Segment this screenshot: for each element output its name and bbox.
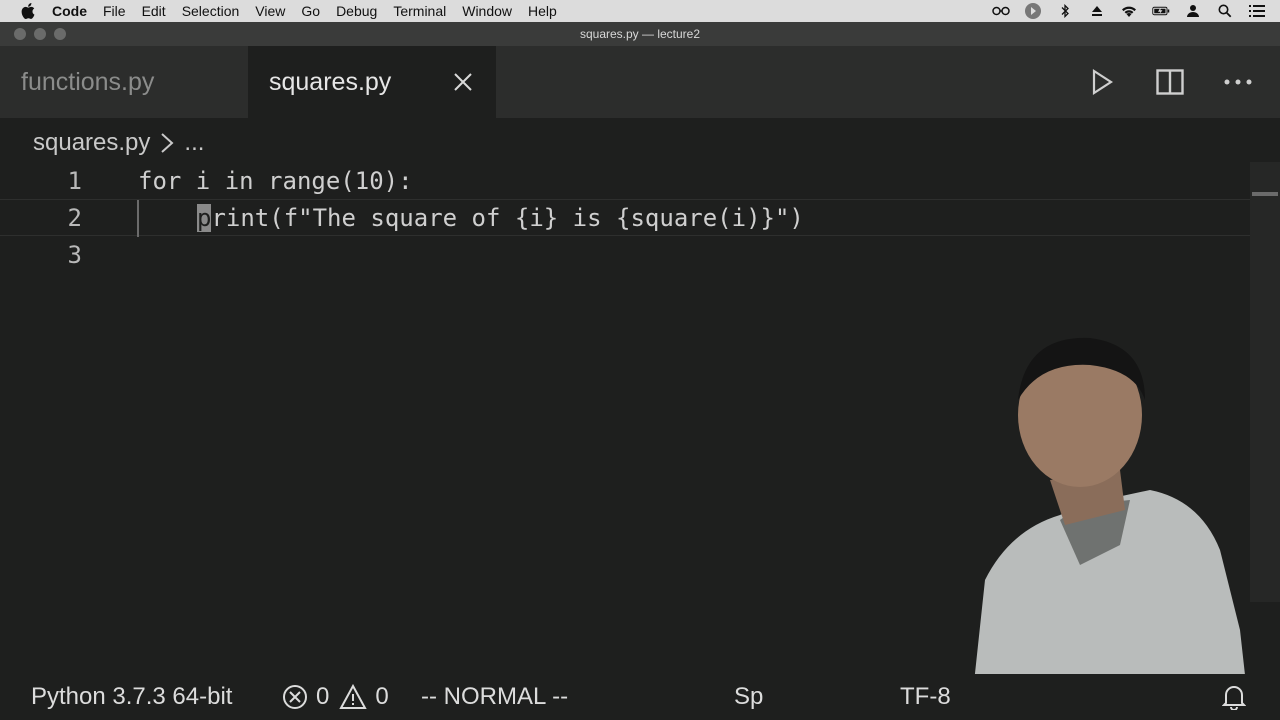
zoom-window-button[interactable] — [54, 28, 66, 40]
user-icon[interactable] — [1184, 4, 1202, 18]
code-line[interactable]: 1 for i in range(10): — [0, 162, 1250, 199]
tab-label: squares.py — [269, 67, 392, 96]
apple-icon[interactable] — [20, 3, 36, 19]
warning-icon — [339, 684, 368, 710]
wifi-icon[interactable] — [1120, 4, 1138, 18]
scrollbar-thumb[interactable] — [1252, 192, 1278, 196]
notifications-bell-icon[interactable] — [1222, 674, 1246, 720]
breadcrumb-file[interactable]: squares.py — [33, 129, 150, 157]
editor-scrollbar[interactable] — [1250, 162, 1280, 602]
menu-bar: Code File Edit Selection View Go Debug T… — [0, 0, 1280, 22]
error-count: 0 — [316, 683, 330, 710]
indentation-spaces[interactable]: Sp — [734, 674, 763, 720]
window-title-bar: squares.py — lecture2 — [0, 22, 1280, 46]
code-line-current[interactable]: 2 print(f"The square of {i} is {square(i… — [0, 199, 1250, 236]
error-icon — [282, 684, 308, 710]
menu-edit[interactable]: Edit — [142, 0, 166, 22]
more-actions-icon[interactable] — [1224, 68, 1252, 96]
warning-count: 0 — [375, 683, 389, 710]
glasses-icon[interactable] — [992, 4, 1010, 18]
menu-debug[interactable]: Debug — [336, 0, 377, 22]
vim-mode: -- NORMAL -- — [421, 683, 569, 710]
code-line[interactable]: 3 — [0, 236, 1250, 273]
file-encoding[interactable]: TF-8 — [900, 674, 951, 720]
notification-center-icon[interactable] — [1248, 4, 1266, 18]
tab-label: functions.py — [21, 67, 155, 96]
code-text-rest: rint(f"The square of {i} is {square(i)}"… — [211, 203, 804, 232]
problems-indicator[interactable]: 0 0 — [282, 674, 389, 720]
media-icon[interactable] — [1024, 3, 1042, 19]
line-number: 3 — [67, 240, 82, 269]
menubar-status-area — [992, 0, 1266, 22]
breadcrumb-more[interactable]: ... — [184, 129, 204, 157]
battery-icon[interactable] — [1152, 4, 1170, 18]
eject-icon[interactable] — [1088, 4, 1106, 18]
python-interpreter[interactable]: Python 3.7.3 64-bit — [31, 674, 232, 720]
close-tab-icon[interactable] — [451, 70, 475, 94]
run-icon[interactable] — [1088, 68, 1116, 96]
line-number: 2 — [67, 203, 82, 232]
menu-terminal[interactable]: Terminal — [393, 0, 446, 22]
presenter-video-overlay — [970, 337, 1250, 720]
window-controls — [14, 28, 66, 40]
breadcrumb: squares.py ... — [33, 126, 204, 160]
tab-functions-py[interactable]: functions.py — [0, 46, 246, 118]
status-bar: Python 3.7.3 64-bit 0 0 -- NORMAL -- Sp … — [0, 674, 1280, 720]
menu-window[interactable]: Window — [462, 0, 512, 22]
menu-help[interactable]: Help — [528, 0, 557, 22]
editor-actions — [1088, 46, 1252, 118]
window-title: squares.py — lecture2 — [579, 27, 701, 41]
code-text[interactable]: for i in range(10): — [138, 167, 413, 195]
indent-guide — [137, 200, 139, 237]
chevron-right-icon — [160, 132, 174, 154]
code-text[interactable]: print(f"The square of {i} is {square(i)}… — [197, 203, 804, 232]
text-cursor: p — [197, 203, 212, 232]
menu-app-name[interactable]: Code — [52, 0, 87, 22]
menu-file[interactable]: File — [103, 0, 126, 22]
menu-selection[interactable]: Selection — [182, 0, 240, 22]
tab-squares-py[interactable]: squares.py — [248, 46, 496, 118]
close-window-button[interactable] — [14, 28, 26, 40]
line-number: 1 — [67, 166, 82, 195]
split-editor-icon[interactable] — [1156, 68, 1184, 96]
spotlight-search-icon[interactable] — [1216, 4, 1234, 18]
menu-view[interactable]: View — [255, 0, 285, 22]
bluetooth-icon[interactable] — [1056, 4, 1074, 18]
menu-go[interactable]: Go — [301, 0, 320, 22]
minimize-window-button[interactable] — [34, 28, 46, 40]
